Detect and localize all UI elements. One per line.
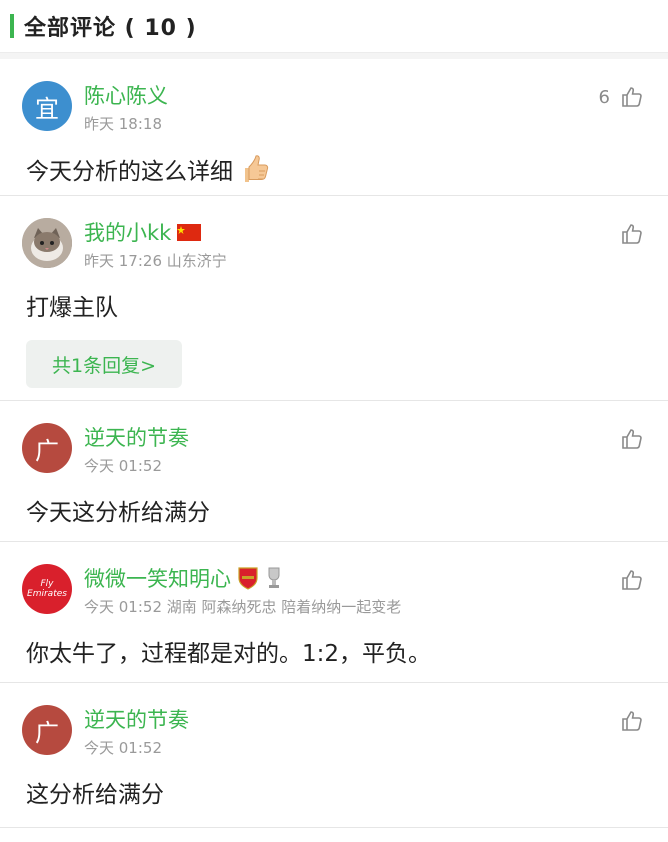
comment-text: 今天这分析给满分 [26,500,210,526]
thumbs-up-icon [622,429,642,449]
username[interactable]: 微微一笑知明心 [84,563,231,593]
header-accent-bar [10,14,14,38]
cat-photo-icon [22,218,72,268]
avatar-text: 宜 [35,94,59,123]
comments-header: 全部评论 ( 10 ) [0,0,668,53]
avatar[interactable]: Fly Emirates [22,564,72,614]
arsenal-badge-icon [237,566,259,590]
username[interactable]: 陈心陈义 [84,80,168,110]
comment-text-content: 今天分析的这么详细 [26,159,233,185]
thumbs-up-icon [622,711,642,731]
china-flag-icon [177,223,202,241]
comment-text: 这分析给满分 [26,782,164,808]
comment-text: 你太牛了，过程都是对的。1:2，平负。 [26,641,432,667]
thumbs-up-icon [622,224,642,244]
like-button[interactable] [620,568,644,592]
thumbs-up-emoji-icon [245,155,269,182]
avatar-text: Fly Emirates [27,579,67,599]
like-count: 6 [598,86,610,108]
username[interactable]: 逆天的节奏 [84,422,189,452]
like-button[interactable] [620,222,644,246]
timestamp: 今天 01:52 [84,457,162,475]
avatar-text: 广 [35,718,59,747]
view-replies-button[interactable]: 共1条回复> [26,340,182,388]
avatar-text: 广 [35,436,59,465]
comment-meta: 逆天的节奏 今天 01:52 [84,705,189,758]
avatar[interactable]: 宜 [22,81,72,131]
comment-item: 我的小kk 昨天 17:26 山东济宁 打爆主队 共1条回复> [0,196,668,401]
comments-title: 全部评论 ( 10 ) [24,16,197,41]
comment-text: 今天分析的这么详细 [26,151,271,187]
thumbs-up-icon [622,570,642,590]
avatar[interactable]: 广 [22,423,72,473]
comment-item: Fly Emirates 微微一笑知明心 今天 01:52 湖南 阿森纳死忠 陪… [0,542,668,683]
avatar[interactable]: 广 [22,705,72,755]
comment-item: 广 逆天的节奏 今天 01:52 这分析给满分 [0,683,668,828]
comment-text: 打爆主队 [26,295,118,321]
comment-meta: 逆天的节奏 今天 01:52 [84,423,189,476]
timestamp: 昨天 17:26 山东济宁 [84,252,227,270]
username[interactable]: 我的小kk [84,217,171,247]
thumbs-up-icon [622,87,642,107]
username[interactable]: 逆天的节奏 [84,704,189,734]
timestamp: 今天 01:52 湖南 阿森纳死忠 陪着纳纳一起变老 [84,598,402,616]
like-button[interactable] [620,427,644,451]
comment-meta: 陈心陈义 昨天 18:18 [84,81,168,134]
timestamp: 昨天 18:18 [84,115,162,133]
comment-item: 宜 陈心陈义 昨天 18:18 6 今天分析的这么详细 [0,59,668,196]
like-button[interactable] [620,709,644,733]
avatar[interactable] [22,218,72,268]
timestamp: 今天 01:52 [84,739,162,757]
comment-meta: 微微一笑知明心 今天 01:52 湖南 阿森纳死忠 陪着纳纳一起变老 [84,564,401,617]
trophy-icon [265,566,283,590]
comment-meta: 我的小kk 昨天 17:26 山东济宁 [84,218,227,271]
like-button[interactable]: 6 [599,85,644,109]
comment-item: 广 逆天的节奏 今天 01:52 今天这分析给满分 [0,401,668,542]
